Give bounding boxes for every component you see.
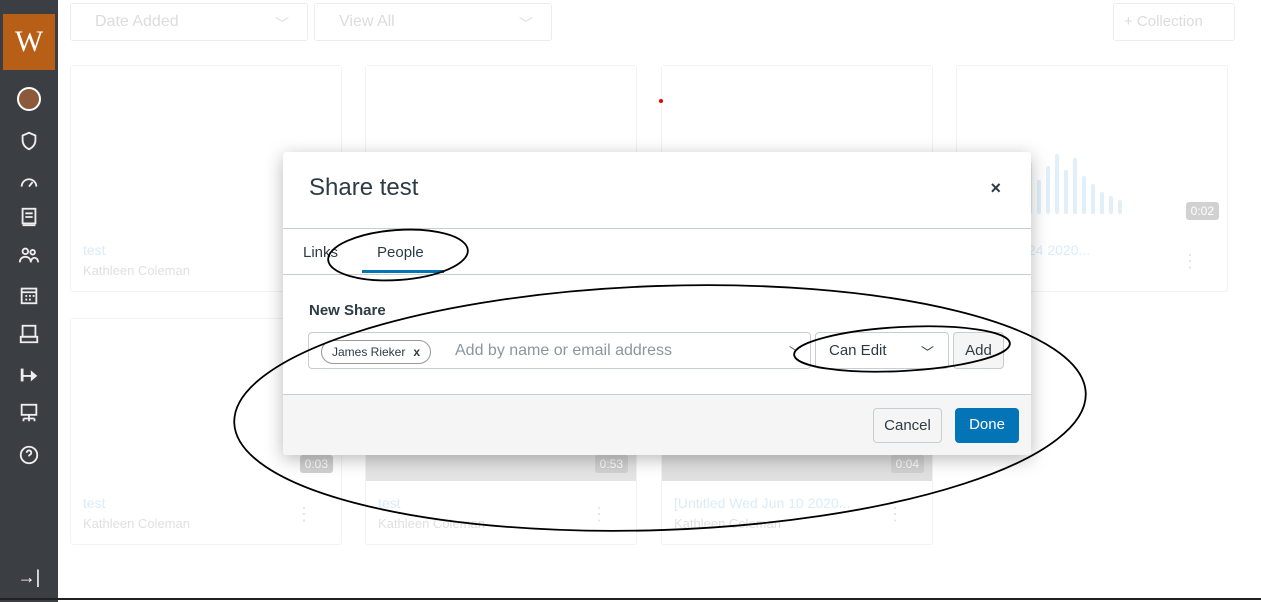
inbox-icon[interactable] — [17, 322, 41, 346]
remove-recipient-icon[interactable]: x — [413, 345, 420, 359]
new-share-label: New Share — [309, 302, 386, 319]
commons-network-icon[interactable] — [17, 401, 41, 425]
active-tab-indicator — [362, 270, 444, 273]
admin-shield-icon[interactable] — [17, 129, 41, 153]
dialog-title: Share test — [309, 174, 419, 201]
add-button[interactable]: Add — [953, 332, 1004, 369]
account-avatar[interactable] — [17, 87, 41, 111]
tab-people[interactable]: People — [377, 244, 424, 261]
help-question-icon[interactable] — [17, 443, 41, 467]
calendar-icon[interactable] — [17, 283, 41, 307]
recipient-name: James Rieker — [332, 345, 406, 359]
bottom-edge — [0, 598, 1261, 600]
close-icon[interactable]: × — [990, 178, 1001, 199]
collapse-nav-icon[interactable]: →| — [17, 565, 41, 589]
chevron-down-icon[interactable]: ﹀ — [789, 342, 802, 361]
recipient-chip: James Rieker x — [321, 340, 432, 364]
header-divider — [283, 228, 1031, 229]
people-search-input[interactable]: James Rieker x Add by name or email addre… — [308, 332, 811, 369]
search-placeholder[interactable]: Add by name or email address — [455, 342, 672, 360]
done-button[interactable]: Done — [955, 408, 1019, 443]
studio-arrow-icon[interactable] — [17, 363, 41, 387]
permission-value: Can Edit — [829, 342, 887, 359]
tab-links[interactable]: Links — [303, 244, 338, 261]
groups-people-icon[interactable] — [17, 243, 41, 267]
permission-select[interactable]: Can Edit ﹀ — [815, 332, 949, 369]
cancel-button[interactable]: Cancel — [873, 408, 942, 443]
dialog-footer: Cancel Done — [283, 394, 1031, 455]
dashboard-gauge-icon[interactable] — [17, 170, 41, 194]
institution-logo[interactable]: W — [3, 14, 55, 70]
global-nav-sidebar: W →| — [0, 0, 58, 602]
courses-book-icon[interactable] — [17, 205, 41, 229]
tabs-divider — [283, 274, 1031, 275]
share-dialog: Share test × Links People New Share Jame… — [283, 152, 1031, 455]
chevron-down-icon: ﹀ — [920, 345, 934, 360]
